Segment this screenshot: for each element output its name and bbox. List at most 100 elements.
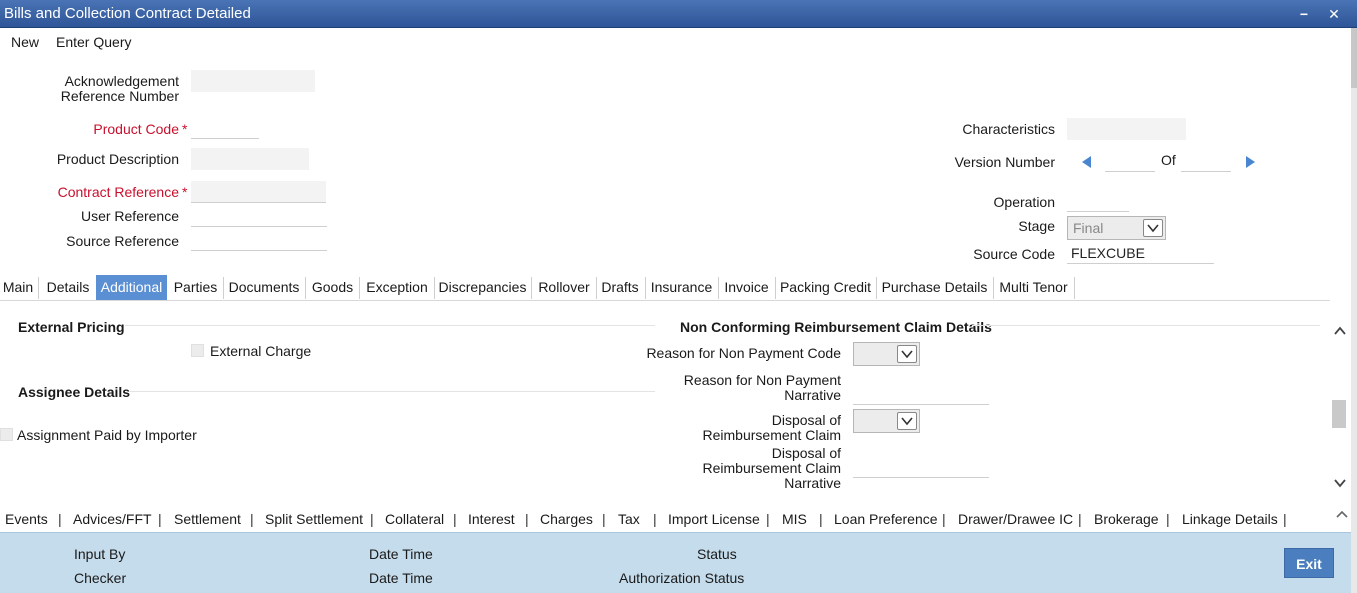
nav-separator: | bbox=[58, 511, 62, 527]
tab-goods[interactable]: Goods bbox=[308, 275, 357, 300]
assignment-paid-checkbox[interactable] bbox=[0, 428, 13, 441]
disposal-label: Disposal of Reimbursement Claim bbox=[702, 412, 841, 443]
source-reference-field[interactable] bbox=[191, 229, 327, 251]
tab-documents[interactable]: Documents bbox=[226, 275, 302, 300]
nav-advices-fft[interactable]: Advices/FFT bbox=[73, 511, 152, 527]
window-title: Bills and Collection Contract Detailed bbox=[4, 5, 251, 22]
nav-loan-preference[interactable]: Loan Preference bbox=[834, 511, 938, 527]
tab-separator bbox=[718, 277, 719, 299]
checker-label: Checker bbox=[74, 570, 127, 586]
characteristics-label: Characteristics bbox=[962, 121, 1055, 137]
menu-bar: New Enter Query bbox=[0, 28, 1351, 54]
nav-separator: | bbox=[942, 511, 946, 527]
tab-packing-credit[interactable]: Packing Credit bbox=[778, 275, 873, 300]
tab-exception[interactable]: Exception bbox=[362, 275, 432, 300]
tab-separator bbox=[434, 277, 435, 299]
tab-multi-tenor[interactable]: Multi Tenor bbox=[996, 275, 1071, 300]
reason-narrative-field[interactable] bbox=[853, 383, 989, 405]
menu-enter-query[interactable]: Enter Query bbox=[56, 34, 131, 50]
source-code-field[interactable] bbox=[1067, 242, 1214, 264]
external-pricing-heading: External Pricing bbox=[18, 319, 125, 335]
tab-insurance[interactable]: Insurance bbox=[648, 275, 715, 300]
nav-brokerage[interactable]: Brokerage bbox=[1094, 511, 1159, 527]
stage-select-value: Final bbox=[1073, 220, 1104, 236]
exit-button[interactable]: Exit bbox=[1284, 548, 1334, 578]
close-button[interactable]: ✕ bbox=[1323, 3, 1345, 25]
nav-mis[interactable]: MIS bbox=[782, 511, 807, 527]
product-code-label: Product Code bbox=[60, 122, 179, 137]
nav-collateral[interactable]: Collateral bbox=[385, 511, 444, 527]
user-reference-label: User Reference bbox=[80, 208, 179, 224]
nav-split-settlement[interactable]: Split Settlement bbox=[265, 511, 363, 527]
tab-separator bbox=[645, 277, 646, 299]
ncr-claim-heading: Non Conforming Reimbursement Claim Detai… bbox=[680, 319, 992, 335]
product-description-label: Product Description bbox=[56, 151, 179, 167]
nav-scroll-up-icon[interactable] bbox=[1334, 507, 1350, 523]
product-description-field[interactable] bbox=[191, 148, 309, 170]
window-scrollbar-thumb[interactable] bbox=[1351, 28, 1357, 88]
tab-parties[interactable]: Parties bbox=[170, 275, 221, 300]
date-time-label: Date Time bbox=[369, 546, 433, 562]
tab-additional[interactable]: Additional bbox=[96, 275, 167, 300]
content-scrollbar[interactable] bbox=[1330, 318, 1350, 494]
section-divider bbox=[972, 325, 1320, 326]
nav-separator: | bbox=[653, 511, 657, 527]
reason-code-label: Reason for Non Payment Code bbox=[646, 345, 841, 361]
disposal-select[interactable] bbox=[853, 409, 920, 433]
product-code-required-mark: * bbox=[182, 121, 188, 137]
contract-reference-label-text: Contract Reference bbox=[57, 184, 179, 200]
version-previous-icon[interactable] bbox=[1080, 155, 1094, 169]
minimize-button[interactable]: − bbox=[1293, 3, 1315, 25]
external-charge-checkbox[interactable] bbox=[191, 344, 204, 357]
nav-events[interactable]: Events bbox=[5, 511, 48, 527]
nav-charges[interactable]: Charges bbox=[540, 511, 593, 527]
tab-details[interactable]: Details bbox=[42, 275, 94, 300]
version-number-label: Version Number bbox=[954, 154, 1055, 170]
nav-interest[interactable]: Interest bbox=[468, 511, 515, 527]
reason-code-select[interactable] bbox=[853, 342, 920, 366]
nav-import-license[interactable]: Import License bbox=[668, 511, 760, 527]
version-number-field[interactable] bbox=[1105, 150, 1155, 172]
stage-select[interactable]: Final bbox=[1067, 216, 1166, 240]
nav-settlement[interactable]: Settlement bbox=[174, 511, 241, 527]
chevron-down-icon[interactable] bbox=[897, 345, 917, 363]
nav-drawer-drawee-ic[interactable]: Drawer/Drawee IC bbox=[958, 511, 1073, 527]
characteristics-field[interactable] bbox=[1067, 118, 1186, 140]
content-scrollbar-thumb[interactable] bbox=[1332, 400, 1346, 428]
nav-separator: | bbox=[1283, 511, 1287, 527]
product-code-field[interactable] bbox=[191, 117, 259, 139]
tab-drafts[interactable]: Drafts bbox=[598, 275, 642, 300]
tab-purchase-details[interactable]: Purchase Details bbox=[879, 275, 990, 300]
version-of-field[interactable] bbox=[1181, 150, 1231, 172]
nav-separator: | bbox=[158, 511, 162, 527]
ack-ref-label: Acknowledgement Reference Number bbox=[60, 73, 179, 104]
ack-ref-field[interactable] bbox=[191, 70, 315, 92]
contract-reference-field[interactable] bbox=[191, 181, 326, 203]
version-next-icon[interactable] bbox=[1243, 155, 1257, 169]
nav-separator: | bbox=[453, 511, 457, 527]
scroll-down-icon[interactable] bbox=[1333, 476, 1347, 490]
tab-separator bbox=[38, 277, 39, 299]
scroll-up-icon[interactable] bbox=[1333, 324, 1347, 338]
tab-separator bbox=[359, 277, 360, 299]
menu-new[interactable]: New bbox=[11, 34, 39, 50]
chevron-down-icon[interactable] bbox=[897, 412, 917, 430]
user-reference-field[interactable] bbox=[191, 205, 327, 227]
nav-separator: | bbox=[766, 511, 770, 527]
tab-separator bbox=[531, 277, 532, 299]
tab-main[interactable]: Main bbox=[0, 275, 36, 300]
status-label: Status bbox=[697, 546, 737, 562]
window-scrollbar[interactable] bbox=[1351, 28, 1357, 593]
nav-tax[interactable]: Tax bbox=[618, 511, 640, 527]
tab-discrepancies[interactable]: Discrepancies bbox=[437, 275, 528, 300]
tab-invoice[interactable]: Invoice bbox=[721, 275, 772, 300]
tab-separator bbox=[993, 277, 994, 299]
version-of-label: Of bbox=[1161, 152, 1176, 168]
disposal-narrative-field[interactable] bbox=[853, 456, 989, 478]
chevron-down-icon[interactable] bbox=[1143, 219, 1163, 237]
operation-field[interactable] bbox=[1067, 190, 1129, 212]
tab-rollover[interactable]: Rollover bbox=[534, 275, 594, 300]
authorization-status-label: Authorization Status bbox=[619, 570, 745, 586]
nav-linkage-details[interactable]: Linkage Details bbox=[1182, 511, 1278, 527]
disposal-narrative-label: Disposal of Reimbursement Claim Narrativ… bbox=[702, 445, 841, 491]
